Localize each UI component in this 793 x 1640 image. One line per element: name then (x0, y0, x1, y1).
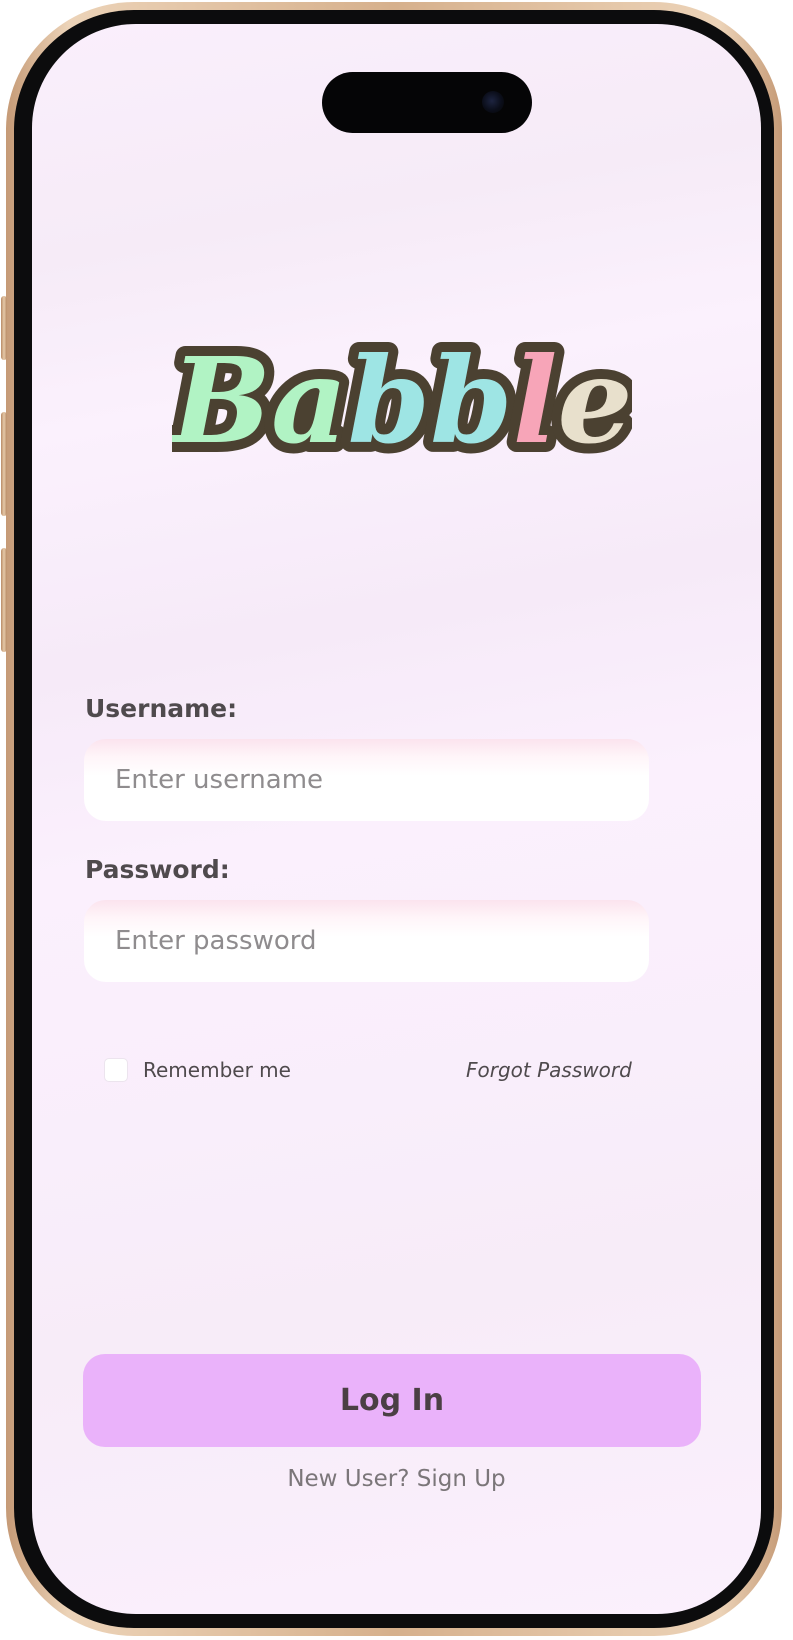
remember-me-label: Remember me (143, 1058, 291, 1082)
signup-link[interactable]: New User? Sign Up (32, 1466, 761, 1492)
username-input[interactable]: Enter username (84, 739, 649, 821)
username-placeholder: Enter username (115, 765, 324, 795)
logo-letter: b (348, 331, 431, 470)
username-label: Username: (85, 694, 238, 723)
login-button[interactable]: Log In (83, 1354, 701, 1447)
action-button (1, 296, 7, 360)
logo-letter: l (513, 331, 558, 470)
forgot-password-link[interactable]: Forgot Password (466, 1058, 632, 1082)
remember-me-row[interactable]: Remember me (104, 1058, 291, 1082)
logo-letter: b (430, 331, 513, 470)
password-input[interactable]: Enter password (84, 900, 649, 982)
login-screen: Babble Babble Username: Enter username P… (32, 24, 761, 1614)
password-placeholder: Enter password (115, 926, 317, 956)
volume-down-button (1, 548, 7, 652)
remember-me-checkbox[interactable] (104, 1058, 128, 1082)
password-label: Password: (85, 855, 230, 884)
logo-letter: e (558, 331, 633, 470)
dynamic-island (322, 72, 532, 133)
logo-text: Babble (172, 331, 632, 470)
logo-letter: a (271, 331, 347, 470)
logo-letter: B (172, 331, 271, 470)
volume-up-button (1, 412, 7, 516)
babble-logo: Babble Babble (172, 324, 632, 480)
front-camera-icon (482, 91, 504, 113)
